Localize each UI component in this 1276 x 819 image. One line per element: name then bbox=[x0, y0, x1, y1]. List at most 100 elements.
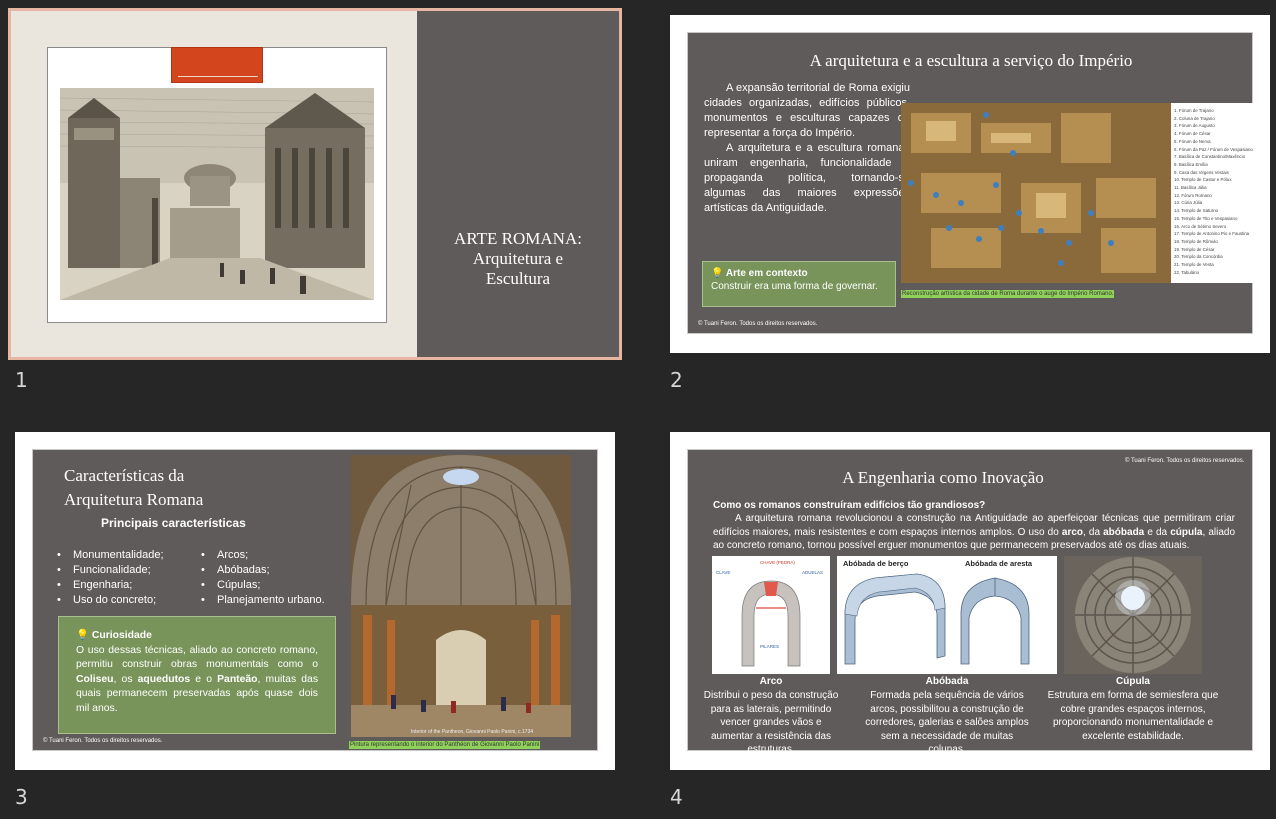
copyright-notice: © Tuani Feron. Todos os direitos reserva… bbox=[43, 738, 163, 744]
legend-item: 12. Fórum Romano bbox=[1174, 192, 1212, 198]
slide-number-4: 4 bbox=[670, 785, 683, 809]
rome-reconstruction-image bbox=[901, 103, 1171, 283]
title-line-1: ARTE ROMANA: bbox=[454, 229, 582, 248]
image-caption: Reconstrução artística da cidade de Roma… bbox=[901, 290, 1115, 298]
photo-credit: Interior of the Pantheon, Giovanni Paolo… bbox=[411, 729, 533, 735]
callout-text: , os bbox=[113, 673, 138, 685]
slide-thumbnail-3[interactable]: Características da Arquitetura Romana Pr… bbox=[15, 432, 615, 770]
legend-item: 20. Templo da Concórdia bbox=[1174, 254, 1223, 260]
legend-item: 10. Templo de Castor e Pólux bbox=[1174, 177, 1232, 183]
curiosity-callout: 💡 Curiosidade O uso dessas técnicas, ali… bbox=[58, 616, 336, 734]
arch-diagram: CHAVE (PEDRA) CLAVE ADUELAS PILARES bbox=[712, 556, 830, 674]
callout-title: Curiosidade bbox=[91, 630, 152, 641]
slide-content-frame: A arquitetura e a escultura a serviço do… bbox=[687, 32, 1256, 334]
list-item: Monumentalidade; bbox=[57, 548, 164, 563]
map-legend: 1. Fórum de Trajano 2. Coluna de Trajano… bbox=[1171, 103, 1256, 283]
slide-thumbnail-4[interactable]: © Tuani Feron. Todos os direitos reserva… bbox=[670, 432, 1270, 770]
legend-item: 2. Coluna de Trajano bbox=[1174, 115, 1215, 121]
slide-content-frame: Características da Arquitetura Romana Pr… bbox=[32, 449, 598, 751]
slide-content-frame: © Tuani Feron. Todos os direitos reserva… bbox=[687, 449, 1253, 755]
callout-text: Construir era uma forma de governar. bbox=[711, 281, 878, 292]
callout-text: O uso dessas técnicas, aliado ao concret… bbox=[76, 644, 318, 671]
orange-tab-decoration bbox=[171, 47, 263, 83]
callout-bold: aquedutos bbox=[137, 673, 191, 685]
intro-bold: arco bbox=[1061, 526, 1084, 538]
legend-item: 7. Basílica de Constantino/Maxêncio bbox=[1174, 154, 1246, 160]
slide-title: Características da Arquitetura Romana bbox=[64, 464, 203, 512]
legend-item: 16. Arco de Sétimo Severo bbox=[1174, 223, 1227, 229]
legend-item: 18. Templo de Rômulo bbox=[1174, 238, 1218, 244]
slide-title: A Engenharia como Inovação bbox=[842, 468, 1044, 487]
image-card bbox=[47, 47, 387, 323]
title-line-2: Arquitetura Romana bbox=[64, 490, 204, 509]
list-item: Funcionalidade; bbox=[57, 563, 164, 578]
slide-title: ARTE ROMANA: Arquitetura e Escultura bbox=[417, 229, 619, 289]
intro-paragraph: A expansão territorial de Roma exigiu ci… bbox=[704, 81, 910, 216]
list-item: Planejamento urbano. bbox=[201, 593, 325, 608]
legend-item: 4. Fórum de César bbox=[1174, 131, 1211, 137]
dome-description: Estrutura em forma de semiesfera que cob… bbox=[1047, 690, 1219, 742]
callout-text: e o bbox=[190, 673, 218, 685]
slide-thumbnail-2[interactable]: A arquitetura e a escultura a serviço do… bbox=[670, 15, 1270, 353]
slide-number-1: 1 bbox=[15, 368, 28, 392]
slide-subtitle: Principais características bbox=[101, 516, 246, 530]
list-item: Engenharia; bbox=[57, 578, 164, 593]
title-line-2: Arquitetura e bbox=[472, 249, 564, 268]
intro-paragraph: A arquitetura romana revolucionou a cons… bbox=[713, 512, 1235, 553]
vault-label: Abóbada de berço bbox=[843, 559, 909, 568]
paragraph-1: A expansão territorial de Roma exigiu ci… bbox=[704, 82, 910, 139]
paragraph-2: A arquitetura e a escultura romanas unir… bbox=[704, 142, 910, 214]
arch-description: Distribui o peso da construção para as l… bbox=[703, 690, 839, 755]
copyright-notice: © Tuani Feron. Todos os direitos reserva… bbox=[1125, 458, 1245, 464]
legend-item: 1. Fórum de Trajano bbox=[1174, 108, 1214, 113]
context-callout: 💡 Arte em contexto Construir era uma for… bbox=[702, 261, 896, 307]
legend-item: 6. Fórum da Paz / Fórum de Vespasiano bbox=[1174, 146, 1253, 152]
legend-item: 14. Templo de Saturno bbox=[1174, 208, 1219, 214]
vault-label: Abóbada de aresta bbox=[965, 559, 1033, 568]
legend-item: 13. Cúria Júlia bbox=[1174, 200, 1203, 206]
intro-text: e da bbox=[1144, 526, 1171, 538]
arch-label: ADUELAS bbox=[802, 570, 823, 575]
title-panel: ARTE ROMANA: Arquitetura e Escultura bbox=[417, 11, 619, 357]
arch-label: PILARES bbox=[760, 644, 779, 649]
legend-item: 15. Templo de Tito e Vespasiano bbox=[1174, 215, 1238, 221]
list-item: Uso do concreto; bbox=[57, 593, 164, 608]
vault-title: Abóbada bbox=[925, 676, 969, 687]
legend-item: 22. Tabulário bbox=[1174, 269, 1200, 275]
list-item: Abóbadas; bbox=[201, 563, 325, 578]
slide-number-3: 3 bbox=[15, 785, 28, 809]
arch-label: CHAVE (PEDRA) bbox=[760, 560, 795, 565]
list-item: Cúpulas; bbox=[201, 578, 325, 593]
arch-label: CLAVE bbox=[716, 570, 730, 575]
legend-item: 19. Templo de César bbox=[1174, 246, 1215, 252]
features-list-right: Arcos; Abóbadas; Cúpulas; Planejamento u… bbox=[201, 548, 325, 608]
slide-title: A arquitetura e a escultura a serviço do… bbox=[809, 51, 1133, 70]
vault-diagram: Abóbada de berço Abóbada de aresta bbox=[837, 556, 1057, 674]
legend-item: 5. Fórum de Nerva bbox=[1174, 138, 1211, 144]
list-item: Arcos; bbox=[201, 548, 325, 563]
slide-thumbnail-1[interactable]: ARTE ROMANA: Arquitetura e Escultura bbox=[8, 8, 622, 360]
title-line-1: Características da bbox=[64, 466, 185, 485]
intro-bold: cúpula bbox=[1170, 526, 1203, 538]
lightbulb-icon: 💡 bbox=[711, 268, 724, 279]
dome-title: Cúpula bbox=[1116, 676, 1150, 687]
legend-item: 3. Fórum de Augusto bbox=[1174, 123, 1215, 129]
pantheon-painting: Interior of the Pantheon, Giovanni Paolo… bbox=[351, 455, 571, 737]
features-list-left: Monumentalidade; Funcionalidade; Engenha… bbox=[57, 548, 164, 608]
intro-text: , da bbox=[1083, 526, 1104, 538]
copyright-notice: © Tuani Feron. Todos os direitos reserva… bbox=[698, 321, 818, 327]
dome-photo bbox=[1064, 556, 1202, 674]
lightbulb-icon: 💡 bbox=[76, 630, 89, 641]
legend-item: 8. Basílica Emília bbox=[1174, 161, 1208, 167]
vault-description: Formada pela sequência de vários arcos, … bbox=[865, 690, 1029, 755]
legend-item: 9. Casa das Virgens Vestais bbox=[1174, 169, 1229, 175]
callout-bold: Coliseu bbox=[76, 673, 114, 685]
slide-number-2: 2 bbox=[670, 368, 683, 392]
title-line-3: Escultura bbox=[485, 269, 551, 288]
legend-item: 21. Templo de Vesta bbox=[1174, 262, 1214, 268]
intro-bold: abóbada bbox=[1103, 526, 1145, 538]
title-image-panel bbox=[11, 11, 417, 357]
callout-bold: Panteão bbox=[217, 673, 258, 685]
legend-item: 11. Basílica Júlia bbox=[1174, 185, 1207, 191]
roman-ruins-engraving bbox=[60, 88, 374, 300]
